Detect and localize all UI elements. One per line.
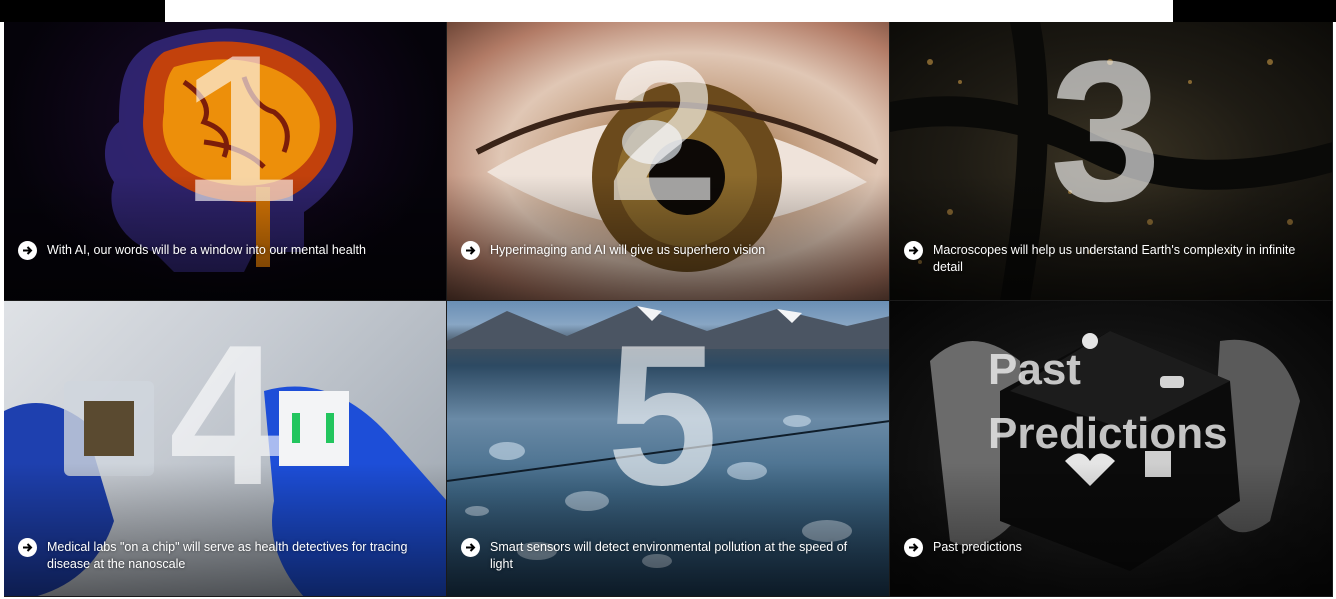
tile-caption[interactable]: Smart sensors will detect environmental … [461, 538, 863, 573]
top-strip [0, 0, 1336, 22]
header-band [165, 0, 1173, 22]
caption-text: With AI, our words will be a window into… [47, 243, 366, 257]
tile-superhero-vision[interactable]: 2 Hyperimaging and AI will give us super… [447, 22, 890, 301]
arrow-right-circle-icon [18, 241, 37, 260]
arrow-right-circle-icon [461, 241, 480, 260]
predictions-grid: 1 With AI, our words will be a window in… [4, 22, 1333, 597]
tile-caption[interactable]: Medical labs "on a chip" will serve as h… [18, 538, 420, 573]
tile-macroscopes[interactable]: 3 Macroscopes will help us understand Ea… [890, 22, 1333, 301]
caption-text: Medical labs "on a chip" will serve as h… [47, 540, 408, 571]
past-predictions-title: Past Predictions [988, 347, 1228, 457]
tile-mental-health[interactable]: 1 With AI, our words will be a window in… [4, 22, 447, 301]
arrow-right-circle-icon [904, 241, 923, 260]
tile-number: 3 [1050, 22, 1161, 243]
title-line-1: Past [988, 345, 1081, 394]
caption-text: Past predictions [933, 540, 1022, 554]
tile-past-predictions[interactable]: Past Predictions Past predictions [890, 301, 1333, 597]
arrow-right-circle-icon [18, 538, 37, 557]
tile-caption[interactable]: With AI, our words will be a window into… [18, 241, 420, 260]
tile-number: 5 [607, 304, 718, 527]
arrow-right-circle-icon [461, 538, 480, 557]
tile-caption[interactable]: Hyperimaging and AI will give us superhe… [461, 241, 863, 260]
caption-text: Smart sensors will detect environmental … [490, 540, 848, 571]
tile-number: 4 [169, 304, 280, 527]
tile-number: 2 [607, 22, 718, 243]
title-line-2: Predictions [988, 409, 1228, 458]
caption-shade [890, 463, 1332, 596]
arrow-right-circle-icon [904, 538, 923, 557]
tile-caption[interactable]: Macroscopes will help us understand Eart… [904, 241, 1306, 276]
tile-lab-on-chip[interactable]: 4 Medical labs "on a chip" will serve as… [4, 301, 447, 597]
tile-caption[interactable]: Past predictions [904, 538, 1306, 557]
tile-number: 1 [182, 22, 299, 246]
caption-text: Hyperimaging and AI will give us superhe… [490, 243, 766, 257]
tile-smart-sensors[interactable]: 5 Smart sensors will detect environmenta… [447, 301, 890, 597]
caption-text: Macroscopes will help us understand Eart… [933, 243, 1296, 274]
